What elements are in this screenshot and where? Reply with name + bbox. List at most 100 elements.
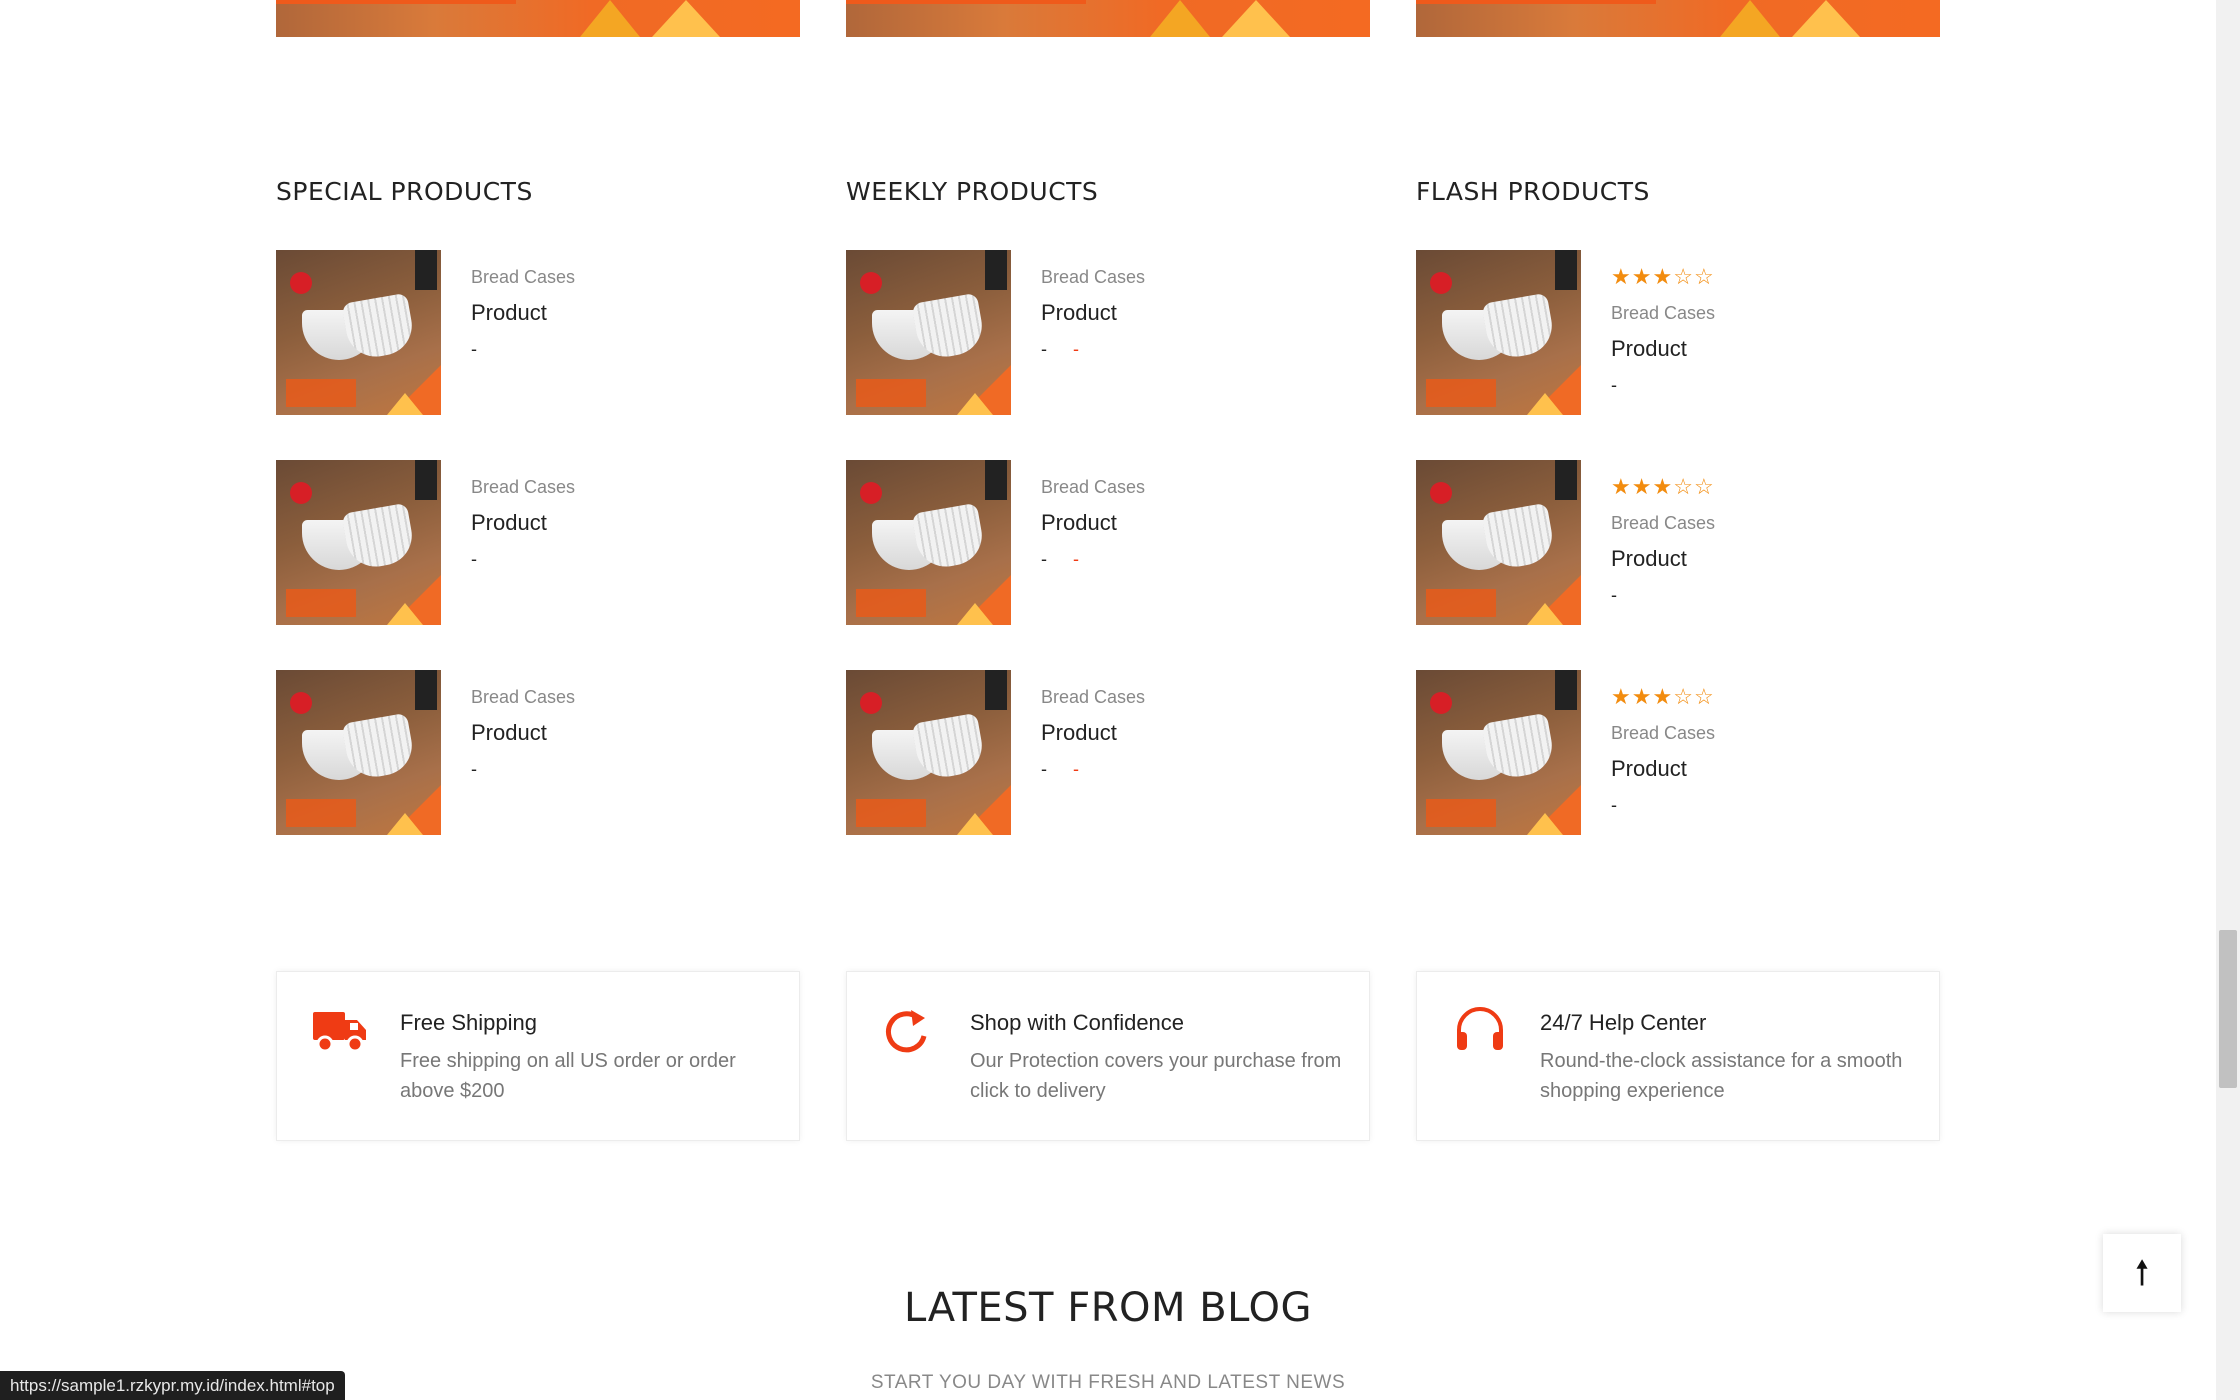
feature-description: Round-the-clock assistance for a smooth … xyxy=(1540,1050,1903,1102)
product-price-row: - xyxy=(1611,580,1715,610)
feature-card: Free Shipping Free shipping on all US ord… xyxy=(276,971,800,1141)
product-price: - xyxy=(471,759,477,779)
product-category[interactable]: Bread Cases xyxy=(1611,718,1715,754)
product-price-row: - xyxy=(1611,370,1715,400)
product-name[interactable]: Product xyxy=(471,508,575,544)
star-filled-icon: ★ xyxy=(1652,684,1674,709)
arrow-up-icon: 🠕 xyxy=(2134,1254,2150,1292)
column-title: FLASH PRODUCTS xyxy=(1416,177,1650,206)
banner-image[interactable] xyxy=(846,0,1370,37)
product-price: - xyxy=(1611,375,1617,395)
star-filled-icon: ★ xyxy=(1631,684,1653,709)
product-price-row: -- xyxy=(1041,544,1145,574)
star-filled-icon: ★ xyxy=(1611,474,1632,499)
product-item[interactable]: ★★★☆☆ Bread Cases Product - xyxy=(1416,460,1940,625)
product-name[interactable]: Product xyxy=(1611,334,1715,370)
star-filled-icon: ★ xyxy=(1652,474,1674,499)
product-price: - xyxy=(1611,585,1617,605)
feature-card: Shop with Confidence Our Protection cover… xyxy=(846,971,1370,1141)
star-empty-icon: ☆ xyxy=(1693,684,1715,709)
product-column: SPECIAL PRODUCTS Bread Cases Product - Bread… xyxy=(276,170,800,835)
banner-image[interactable] xyxy=(1416,0,1940,37)
product-name[interactable]: Product xyxy=(1041,298,1145,334)
product-price: - xyxy=(1041,549,1047,569)
product-name[interactable]: Product xyxy=(471,298,575,334)
star-filled-icon: ★ xyxy=(1631,264,1653,289)
feature-description: Our Protection covers your purchase from… xyxy=(970,1050,1342,1102)
product-category[interactable]: Bread Cases xyxy=(471,472,575,508)
product-item[interactable]: Bread Cases Product - xyxy=(276,460,800,625)
truck-icon xyxy=(311,1006,369,1056)
product-category[interactable]: Bread Cases xyxy=(471,682,575,718)
product-price: - xyxy=(1041,759,1047,779)
scrollbar-thumb[interactable] xyxy=(2219,930,2237,1088)
product-image[interactable] xyxy=(1416,670,1581,835)
product-price: - xyxy=(471,549,477,569)
product-item[interactable]: Bread Cases Product - xyxy=(276,250,800,415)
product-price-row: - xyxy=(471,754,575,784)
status-bar-url: https://sample1.rzkypr.my.id/index.html#… xyxy=(0,1371,345,1400)
product-name[interactable]: Product xyxy=(1611,544,1715,580)
feature-card: 24/7 Help Center Round-the-clock assistan… xyxy=(1416,971,1940,1141)
product-price-row: - xyxy=(471,544,575,574)
product-price-row: - xyxy=(1611,790,1715,820)
star-empty-icon: ☆ xyxy=(1673,264,1694,289)
star-filled-icon: ★ xyxy=(1652,264,1674,289)
star-empty-icon: ☆ xyxy=(1673,474,1694,499)
back-to-top-button[interactable]: 🠕 xyxy=(2103,1234,2181,1312)
star-empty-icon: ☆ xyxy=(1673,684,1694,709)
product-item[interactable]: Bread Cases Product - xyxy=(276,670,800,835)
product-image[interactable] xyxy=(276,670,441,835)
product-name[interactable]: Product xyxy=(1611,754,1715,790)
rating-stars: ★★★☆☆ xyxy=(1611,262,1715,298)
column-title: SPECIAL PRODUCTS xyxy=(276,177,533,206)
feature-description: Free shipping on all US order or order a… xyxy=(400,1050,736,1102)
product-price: - xyxy=(1041,339,1047,359)
product-image[interactable] xyxy=(846,460,1011,625)
product-price-row: -- xyxy=(1041,754,1145,784)
product-image[interactable] xyxy=(276,250,441,415)
blog-section-title: LATEST FROM BLOG xyxy=(904,1285,1312,1331)
refresh-icon xyxy=(881,1006,939,1056)
product-name[interactable]: Product xyxy=(1041,718,1145,754)
product-category[interactable]: Bread Cases xyxy=(1611,508,1715,544)
product-name[interactable]: Product xyxy=(471,718,575,754)
product-item[interactable]: ★★★☆☆ Bread Cases Product - xyxy=(1416,670,1940,835)
star-filled-icon: ★ xyxy=(1631,474,1653,499)
star-filled-icon: ★ xyxy=(1611,264,1632,289)
banner-image[interactable] xyxy=(276,0,800,37)
product-category[interactable]: Bread Cases xyxy=(1041,682,1145,718)
product-category[interactable]: Bread Cases xyxy=(1041,262,1145,298)
product-category[interactable]: Bread Cases xyxy=(1041,472,1145,508)
product-column: WEEKLY PRODUCTS Bread Cases Product - - Bread… xyxy=(846,170,1370,835)
feature-title: Shop with Confidence xyxy=(970,1010,1185,1035)
product-item[interactable]: ★★★☆☆ Bread Cases Product - xyxy=(1416,250,1940,415)
rating-stars: ★★★☆☆ xyxy=(1611,682,1715,718)
feature-title: Free Shipping xyxy=(400,1010,537,1035)
rating-stars: ★★★☆☆ xyxy=(1611,472,1715,508)
product-category[interactable]: Bread Cases xyxy=(1611,298,1715,334)
product-price-row: -- xyxy=(1041,334,1145,364)
product-column: FLASH PRODUCTS ★★★☆☆ Bread Cases Product - ★★… xyxy=(1416,170,1940,835)
star-empty-icon: ☆ xyxy=(1693,474,1715,499)
product-old-price: - xyxy=(1073,759,1079,779)
star-filled-icon: ★ xyxy=(1611,684,1632,709)
product-price-row: - xyxy=(471,334,575,364)
product-item[interactable]: Bread Cases Product - - xyxy=(846,250,1370,415)
product-category[interactable]: Bread Cases xyxy=(471,262,575,298)
product-item[interactable]: Bread Cases Product - - xyxy=(846,460,1370,625)
product-image[interactable] xyxy=(1416,460,1581,625)
headphones-icon xyxy=(1451,1006,1509,1056)
product-image[interactable] xyxy=(846,670,1011,835)
product-image[interactable] xyxy=(846,250,1011,415)
product-name[interactable]: Product xyxy=(1041,508,1145,544)
column-title: WEEKLY PRODUCTS xyxy=(846,177,1099,206)
product-price: - xyxy=(471,339,477,359)
product-old-price: - xyxy=(1073,549,1079,569)
product-item[interactable]: Bread Cases Product - - xyxy=(846,670,1370,835)
product-price: - xyxy=(1611,795,1617,815)
product-image[interactable] xyxy=(276,460,441,625)
scrollbar[interactable] xyxy=(2216,0,2240,1400)
product-image[interactable] xyxy=(1416,250,1581,415)
star-empty-icon: ☆ xyxy=(1693,264,1715,289)
